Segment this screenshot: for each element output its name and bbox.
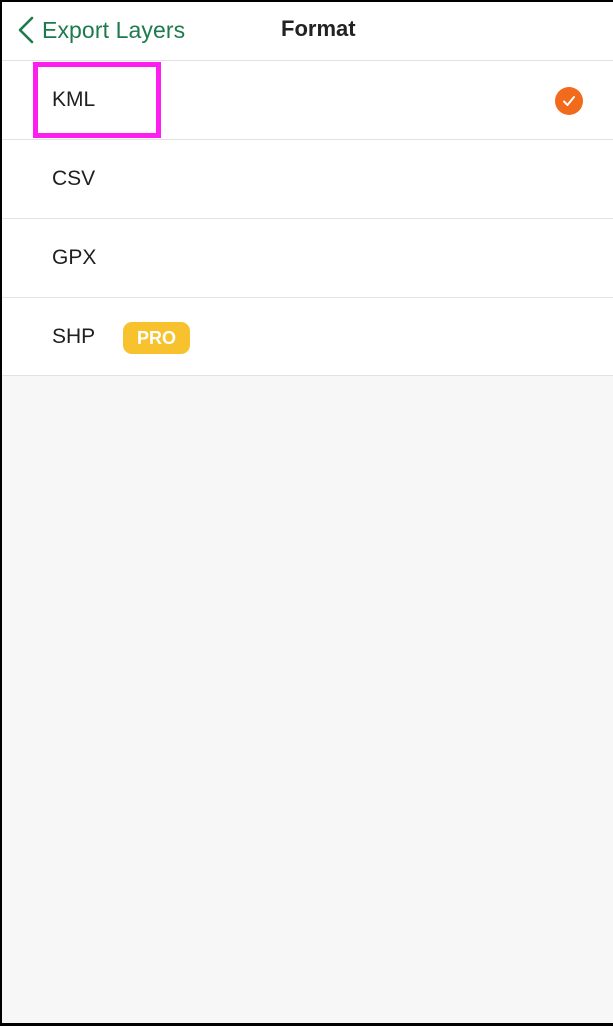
back-button[interactable]: Export Layers	[16, 12, 185, 48]
format-option-csv[interactable]: CSV	[2, 139, 613, 218]
format-option-shp[interactable]: SHP PRO	[2, 297, 613, 376]
format-label: KML	[52, 88, 96, 111]
screen: Export Layers Format KML CSV GPX SHP PRO	[0, 0, 613, 1026]
format-label: CSV	[52, 167, 96, 190]
format-label: SHP	[52, 324, 96, 348]
page-title: Format	[281, 16, 356, 41]
navigation-bar: Export Layers Format	[2, 2, 613, 60]
format-list: KML CSV GPX SHP PRO	[2, 60, 613, 376]
pro-badge: PRO	[123, 322, 191, 354]
format-option-gpx[interactable]: GPX	[2, 218, 613, 297]
format-label: GPX	[52, 246, 97, 269]
format-option-kml[interactable]: KML	[2, 60, 613, 139]
checkmark-circle-icon	[555, 87, 583, 115]
back-label: Export Layers	[42, 16, 186, 43]
chevron-left-icon	[18, 16, 34, 44]
